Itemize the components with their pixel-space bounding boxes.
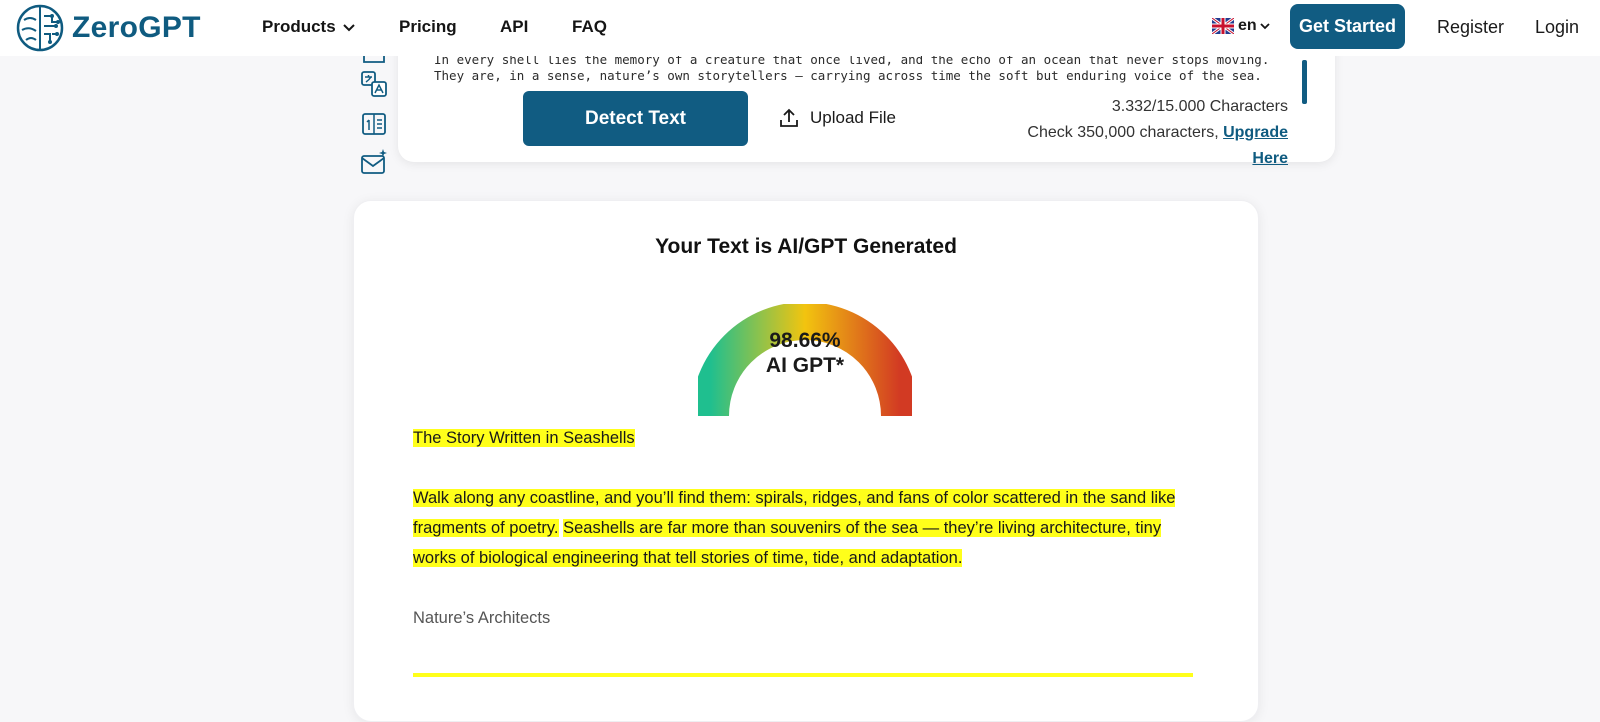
text-paragraph: Walk along any coastline, and you’ll fin…	[413, 483, 1203, 573]
text-line: They are, in a sense, nature’s own story…	[434, 68, 1262, 83]
text-subheading: Nature’s Architects	[413, 609, 551, 627]
upgrade-prefix: Check 350,000 characters,	[1027, 124, 1219, 141]
brain-logo-icon	[16, 4, 64, 52]
email-sparkle-icon	[361, 149, 387, 174]
chevron-down-icon	[342, 24, 355, 32]
upload-icon	[780, 108, 798, 127]
result-title: Your Text is AI/GPT Generated	[655, 235, 957, 258]
nav-products[interactable]: Products	[262, 17, 356, 37]
scrollbar-thumb[interactable]	[1302, 60, 1307, 104]
nav-api[interactable]: API	[500, 17, 528, 37]
language-selector[interactable]: en	[1212, 17, 1275, 35]
logo[interactable]: ZeroGPT	[14, 2, 254, 54]
chevron-down-icon	[1260, 23, 1270, 30]
detect-text-button[interactable]: Detect Text	[523, 91, 748, 146]
register-link[interactable]: Register	[1437, 17, 1504, 38]
upgrade-line: Check 350,000 characters, Upgrade Here	[988, 120, 1288, 172]
ai-percentage: 98.66%	[769, 329, 841, 352]
top-navbar: ZeroGPT Products Pricing API FAQ en Get …	[0, 0, 1600, 56]
result-card: Your Text is AI/GPT Generated 98.66% AI …	[353, 200, 1259, 722]
character-count: 3.332/15.000 Characters	[1111, 98, 1288, 115]
highlighted-sentence: The Story Written in Seashells	[413, 429, 635, 447]
login-link[interactable]: Login	[1535, 17, 1579, 38]
email-tool[interactable]	[360, 148, 388, 176]
nav-products-label: Products	[262, 17, 336, 36]
get-started-button[interactable]: Get Started	[1290, 4, 1405, 49]
analyzed-text: The Story Written in Seashells Walk alon…	[413, 423, 1203, 663]
language-label: en	[1238, 17, 1257, 34]
text-input-area[interactable]: In every shell lies the memory of a crea…	[434, 52, 1294, 84]
word-counter-icon	[362, 113, 386, 135]
upload-file-button[interactable]: Upload File	[778, 104, 896, 132]
character-counter: 3.332/15.000 Characters Check 350,000 ch…	[988, 94, 1288, 172]
highlighted-sentence-partial	[413, 673, 1193, 677]
translate-tool[interactable]	[360, 70, 388, 98]
logo-text: ZeroGPT	[72, 11, 201, 44]
nav-pricing[interactable]: Pricing	[399, 17, 457, 37]
word-counter-tool[interactable]	[360, 110, 388, 138]
ai-label: AI GPT*	[765, 354, 845, 377]
upgrade-link[interactable]: Upgrade Here	[1223, 124, 1288, 167]
text-heading: The Story Written in Seashells	[413, 423, 1203, 453]
nav-faq[interactable]: FAQ	[572, 17, 607, 37]
translate-icon	[361, 71, 387, 97]
upload-file-label: Upload File	[810, 108, 896, 127]
uk-flag-icon	[1212, 18, 1234, 34]
